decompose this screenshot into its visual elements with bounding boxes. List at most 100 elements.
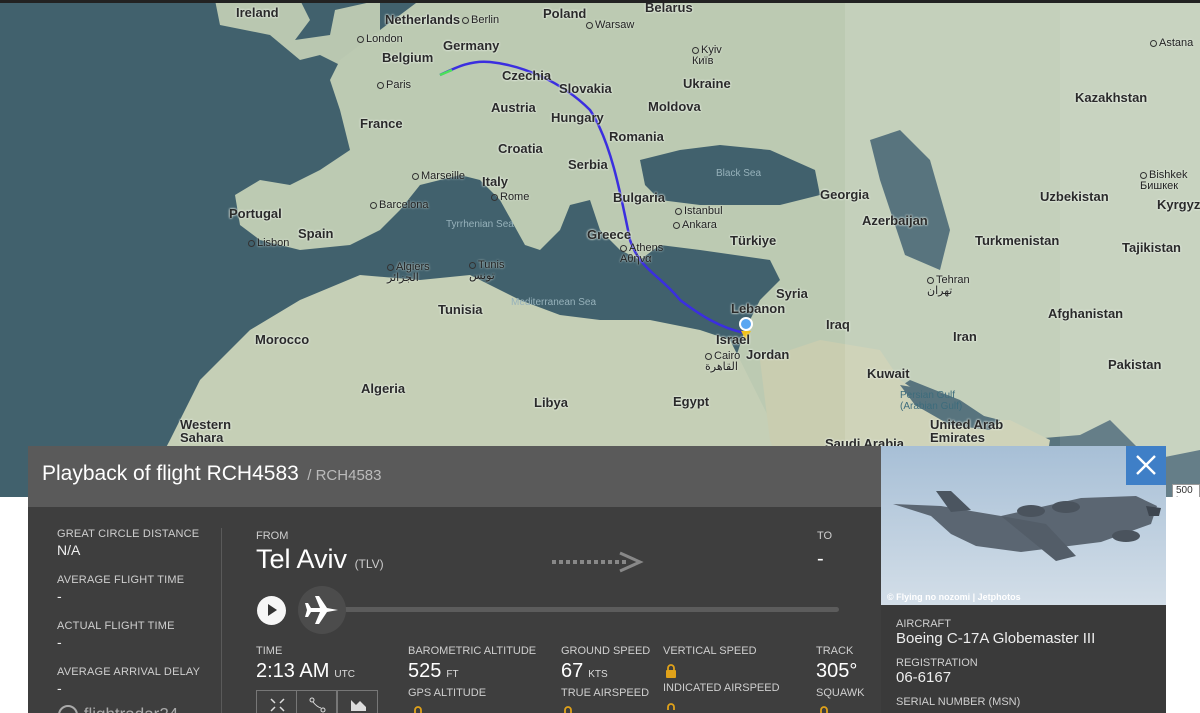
compress-icon [270, 698, 285, 712]
aircraft-label: AIRCRAFT [896, 618, 951, 630]
stats-divider [221, 528, 222, 713]
gps-alt-label: GPS ALTITUDE [408, 687, 487, 699]
photo-credit: © Flying no nozomi | Jetphotos [887, 592, 1021, 602]
sea-persian-gulf: Persian Gulf (Arabian Gulf) [900, 390, 963, 412]
city-ankara: Ankara [673, 219, 717, 231]
indicated-airspeed-label: INDICATED AIRSPEED [663, 682, 780, 694]
label-israel: Israel [716, 332, 750, 347]
label-italy: Italy [482, 174, 509, 189]
aircraft-photo-image [881, 446, 1166, 605]
close-button[interactable] [1126, 446, 1166, 485]
city-cairo: Cairo القاهرة [705, 351, 755, 373]
label-austria: Austria [491, 100, 536, 115]
lock-icon [667, 703, 675, 710]
route-icon [309, 697, 326, 713]
registration-value: 06-6167 [896, 669, 952, 686]
origin-city: Tel Aviv (TLV) [256, 544, 384, 575]
stat-label: AVERAGE ARRIVAL DELAY [57, 666, 201, 678]
lock-icon [820, 706, 828, 713]
label-iran: Iran [953, 329, 977, 344]
true-airspeed-label: TRUE AIRSPEED [561, 687, 650, 699]
panel-header: Playback of flight RCH4583 / RCH4583 [28, 446, 881, 507]
stat-label: GREAT CIRCLE DISTANCE [57, 528, 200, 540]
stat-label: ACTUAL FLIGHT TIME [57, 620, 175, 632]
label-netherlands: Netherlands [385, 12, 461, 27]
label-algeria: Algeria [361, 381, 406, 396]
zoom-fit-button[interactable] [256, 690, 297, 713]
aircraft-value: Boeing C-17A Globemaster III [896, 630, 1096, 647]
label-romania: Romania [609, 129, 664, 144]
aircraft-photo[interactable]: © Flying no nozomi | Jetphotos [881, 446, 1166, 605]
label-syria: Syria [776, 286, 808, 301]
route-view-button[interactable] [296, 690, 337, 713]
time-readout: 2:13 AM UTC [256, 660, 355, 683]
ground-speed-readout: 67 KTS [561, 660, 608, 683]
label-poland: Poland [543, 6, 587, 21]
city-athens: Athens Αθήνα [620, 243, 670, 265]
label-croatia: Croatia [498, 141, 543, 156]
lock-icon [666, 664, 676, 678]
city-lisbon: Lisbon [248, 237, 289, 249]
city-paris: Paris [377, 79, 411, 91]
ground-speed-unit: KTS [588, 669, 608, 680]
ground-speed-value: 67 [561, 660, 584, 682]
label-kyrgyz: Kyrgyz [1157, 197, 1200, 212]
label-afghanistan: Afghanistan [1048, 306, 1124, 321]
play-button[interactable] [257, 596, 286, 625]
label-slovakia: Slovakia [559, 81, 612, 96]
time-value: 2:13 AM [256, 660, 330, 682]
logo-text: flightradar24 [84, 704, 179, 713]
flight-map[interactable]: Ireland Netherlands Poland Belarus Germa… [0, 0, 1200, 497]
route-arrow-icon [552, 551, 644, 573]
label-portugal: Portugal [229, 206, 282, 221]
lock-icon [414, 706, 422, 713]
track-label: TRACK [816, 645, 854, 657]
label-turkmenistan: Turkmenistan [975, 233, 1060, 248]
label-pakistan: Pakistan [1108, 357, 1162, 372]
label-uae: United Arab Emirates [930, 417, 1004, 445]
city-marseille: Marseille [412, 170, 465, 182]
playback-timeline[interactable] [344, 607, 839, 612]
time-label: TIME [256, 645, 283, 657]
label-hungary: Hungary [551, 110, 604, 125]
playback-panel: Playback of flight RCH4583 / RCH4583 GRE… [28, 446, 881, 713]
origin-city-name: Tel Aviv [256, 544, 348, 574]
label-lebanon: Lebanon [731, 301, 786, 316]
label-iraq: Iraq [826, 317, 850, 332]
timeline-handle[interactable] [298, 586, 346, 634]
label-morocco: Morocco [255, 332, 310, 347]
city-barcelona: Barcelona [370, 199, 429, 211]
label-georgia: Georgia [820, 187, 870, 202]
panel-title: Playback of flight RCH4583 [42, 462, 299, 485]
squawk-label: SQUAWK [816, 687, 865, 699]
label-tunisia: Tunisia [438, 302, 483, 317]
stat-label: AVERAGE FLIGHT TIME [57, 574, 185, 586]
label-turkiye: Türkiye [730, 233, 777, 248]
origin-code: (TLV) [354, 557, 384, 571]
city-kyiv: Kyiv Київ [692, 45, 742, 67]
city-tunis: Tunis تونس [469, 260, 514, 282]
airplane-icon [305, 596, 338, 624]
label-moldova: Moldova [648, 99, 701, 114]
track-value: 305° [816, 660, 858, 682]
altitude-graph-button[interactable] [337, 690, 378, 713]
from-label: FROM [256, 530, 289, 542]
to-label: TO [817, 530, 833, 542]
flight-stats: GREAT CIRCLE DISTANCE N/A AVERAGE FLIGHT… [57, 528, 227, 712]
label-germany: Germany [443, 38, 500, 53]
city-bishkek: Bishkek Бишкек [1140, 170, 1200, 192]
label-kuwait: Kuwait [867, 366, 910, 381]
label-western-sahara: Western Sahara [180, 417, 232, 445]
radar-logo-icon [58, 705, 78, 713]
city-istanbul: Istanbul [675, 205, 723, 217]
stat-value: - [57, 680, 62, 696]
destination-value: - [817, 548, 824, 570]
baro-alt-readout: 525 FT [408, 660, 459, 683]
panel-subtitle: / RCH4583 [307, 467, 382, 484]
sea-black: Black Sea [716, 168, 762, 179]
flightradar-logo: flightradar24 [57, 704, 178, 713]
vertical-speed-label: VERTICAL SPEED [663, 645, 757, 657]
baro-alt-unit: FT [446, 669, 459, 680]
top-edge [0, 0, 1200, 3]
stat-value: - [57, 634, 62, 650]
